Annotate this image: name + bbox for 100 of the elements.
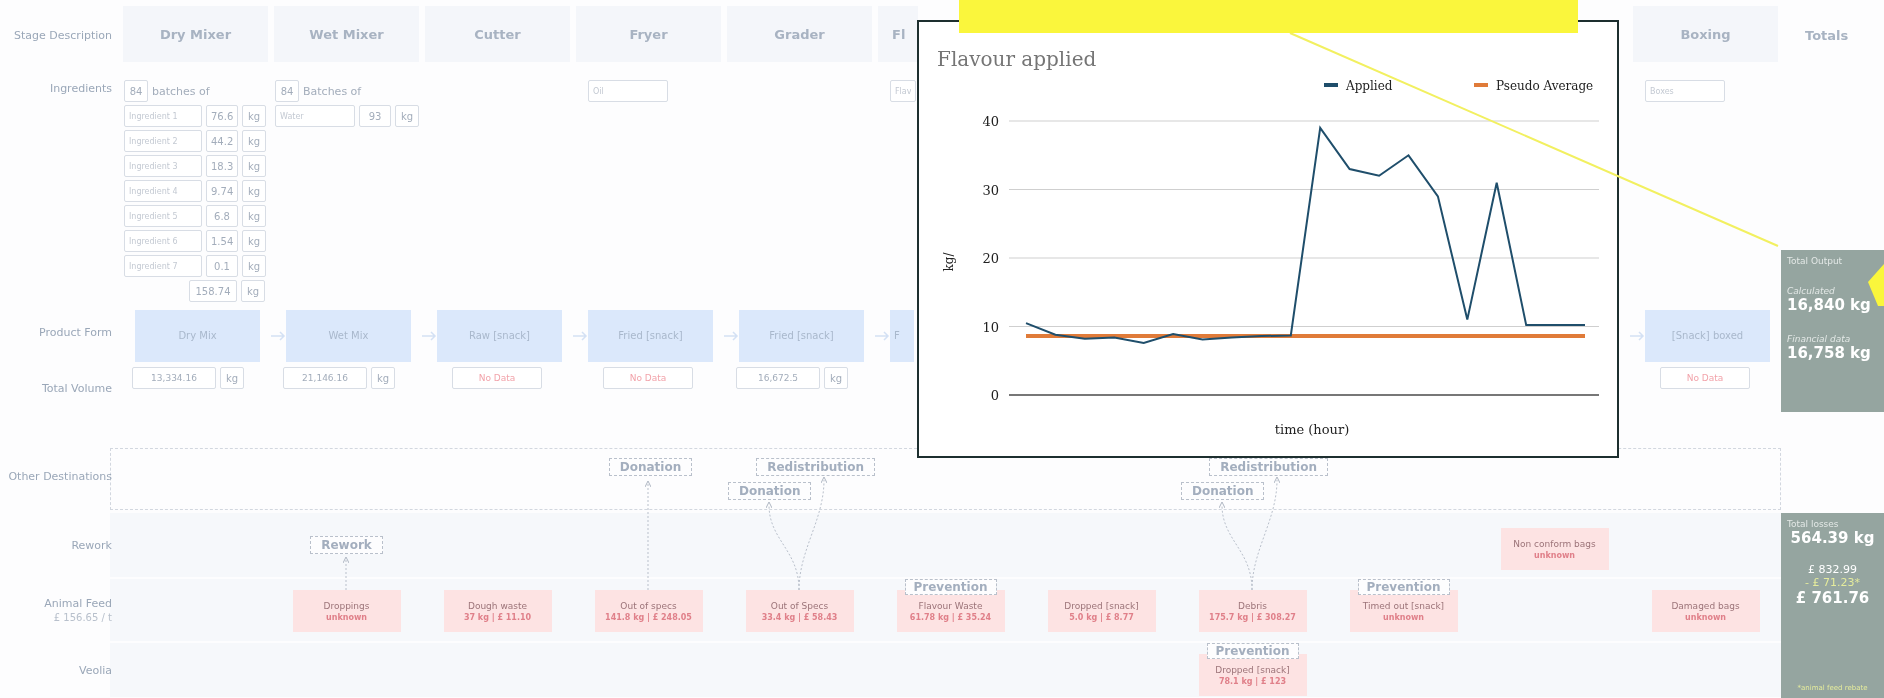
loss-title: Out of specs: [620, 600, 677, 611]
unit-label: kg: [241, 280, 265, 302]
row-sublabel: £ 156.65 / t: [53, 612, 112, 623]
amount-field[interactable]: 0.1: [206, 255, 238, 277]
ingredient-field[interactable]: Boxes: [1645, 80, 1725, 102]
y-tick-label: 30: [982, 182, 999, 198]
loss-title: Out of Specs: [770, 600, 829, 611]
amount-field[interactable]: 44.2: [206, 130, 238, 152]
loss-detail: unknown: [1685, 612, 1726, 622]
destination-tag: Redistribution: [1209, 458, 1328, 476]
stage-header: Fryer: [576, 6, 721, 62]
amount-field[interactable]: 9.74: [206, 180, 238, 202]
volume-field: 16,672.5: [736, 367, 820, 389]
legend-item: Pseudo Average: [1474, 79, 1594, 93]
y-tick-label: 20: [982, 251, 999, 266]
batch-label: batches of: [152, 84, 210, 98]
amount-field[interactable]: 18.3: [206, 155, 238, 177]
stage-header: Dry Mixer: [123, 6, 268, 62]
loss-title: Flavour Waste: [918, 600, 983, 611]
calculated-value: 16,840 kg: [1787, 296, 1871, 314]
volume-field: No Data: [1660, 367, 1750, 389]
volume-field: No Data: [452, 367, 542, 389]
unit-label: kg: [371, 367, 395, 389]
loss-title: Dropped [snack]: [1215, 664, 1290, 675]
loss-title: Non conform bags: [1513, 538, 1596, 549]
loss-detail: unknown: [1383, 612, 1424, 622]
loss-detail: 78.1 kg | £ 123: [1218, 676, 1287, 686]
loss-title: Dropped [snack]: [1064, 600, 1139, 611]
loss-title: Damaged bags: [1671, 600, 1740, 611]
y-axis-title: kg/: [942, 252, 956, 272]
loss-detail: 5.0 kg | £ 8.77: [1069, 612, 1134, 622]
prevention-tag: Prevention: [904, 579, 997, 595]
loss-title: Timed out [snack]: [1362, 600, 1445, 611]
stage-header: Cutter: [425, 6, 570, 62]
volume-field: No Data: [603, 367, 693, 389]
row-label: Ingredients: [49, 82, 112, 95]
legend-label: Pseudo Average: [1496, 79, 1594, 93]
destination-tag: Donation: [1181, 482, 1265, 500]
totals-header: Totals: [1804, 26, 1850, 45]
stage-header: Wet Mixer: [274, 6, 419, 62]
prevention-tag: Prevention: [1357, 579, 1450, 595]
unit-label: kg: [242, 255, 266, 277]
row-label: Veolia: [78, 663, 112, 677]
unit-label: kg: [242, 205, 266, 227]
amount-field[interactable]: 93: [359, 105, 391, 127]
loss-detail: 33.4 kg | £ 58.43: [761, 612, 838, 622]
unit-label: kg: [824, 367, 848, 389]
unit-label: kg: [242, 180, 266, 202]
loss-detail: 37 kg | £ 11.10: [463, 612, 532, 622]
amount-field[interactable]: 1.54: [206, 230, 238, 252]
volume-field: 21,146.16: [283, 367, 367, 389]
row-label: Other Destinations: [8, 469, 112, 483]
prevention-tag: Prevention: [1206, 643, 1299, 659]
financial-value: 16,758 kg: [1787, 344, 1871, 362]
total-field[interactable]: 158.74: [189, 280, 237, 302]
net-value: £ 761.76: [1795, 589, 1870, 607]
x-axis-title: time (hour): [1274, 422, 1350, 437]
unit-label: kg: [395, 105, 419, 127]
row-label: Animal Feed: [44, 597, 112, 610]
loss-title: Dough waste: [467, 600, 528, 611]
stage-header: Fl: [878, 6, 918, 62]
volume-field: 13,334.16: [132, 367, 216, 389]
loss-detail: 141.8 kg | £ 248.05: [605, 612, 692, 622]
chart-title: Flavour applied: [937, 47, 1097, 71]
ingredient-field[interactable]: Water: [275, 105, 355, 127]
rebate-value: - £ 71.23*: [1805, 576, 1860, 589]
card-title: Total losses: [1787, 519, 1840, 529]
unit-label: kg: [242, 230, 266, 252]
batch-count: 84: [124, 80, 148, 102]
legend-label: Applied: [1345, 79, 1393, 93]
y-tick-label: 0: [990, 388, 999, 403]
calculated-label: Calculated: [1787, 286, 1836, 296]
batch-label: Batches of: [303, 84, 362, 98]
y-tick-label: 10: [982, 319, 999, 335]
batch-count: 84: [275, 80, 299, 102]
row-label: Stage Description: [14, 28, 112, 42]
loss-detail: unknown: [326, 612, 367, 622]
y-tick-label: 40: [982, 114, 999, 129]
card-title: Total Output: [1787, 256, 1844, 266]
amount-field[interactable]: 6.8: [206, 205, 238, 227]
losses-mass: 564.39 kg: [1790, 529, 1875, 547]
destination-tag: Donation: [608, 458, 693, 476]
loss-detail: 61.78 kg | £ 35.24: [909, 612, 992, 622]
stage-header: Boxing: [1633, 6, 1778, 62]
stage-header: Grader: [727, 6, 872, 62]
amount-field[interactable]: 76.6: [206, 105, 238, 127]
row-label: Product Form: [39, 326, 112, 339]
unit-label: kg: [242, 130, 266, 152]
destination-tag: Redistribution: [756, 458, 875, 476]
loss-detail: unknown: [1534, 550, 1575, 560]
financial-label: Financial data: [1787, 334, 1852, 344]
unit-label: kg: [220, 367, 244, 389]
row-label: Rework: [71, 538, 112, 552]
row-label: Total Volume: [41, 382, 112, 395]
destination-tag: Donation: [728, 482, 812, 500]
legend-item: Applied: [1324, 79, 1393, 93]
rework-tag: Rework: [310, 536, 383, 554]
loss-title: Droppings: [323, 600, 370, 611]
loss-detail: 175.7 kg | £ 308.27: [1209, 612, 1296, 622]
loss-title: Debris: [1237, 600, 1268, 611]
